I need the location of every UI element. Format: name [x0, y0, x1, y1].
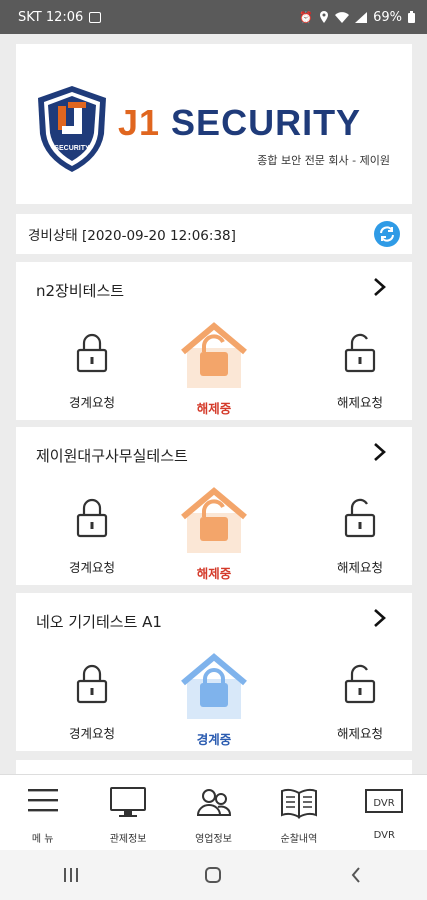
book-icon — [280, 788, 317, 819]
chevron-right-icon[interactable] — [370, 276, 388, 298]
brand-name: J1 SECURITY — [118, 102, 361, 144]
state-label: 해제중 — [196, 401, 232, 416]
site-name[interactable]: n2장비테스트 — [36, 280, 124, 301]
home-button[interactable] — [183, 860, 243, 890]
brand-tagline: 종합 보안 전문 회사 - 제이원 — [257, 154, 390, 167]
carrier-time: SKT 12:06 — [18, 9, 84, 25]
disarm-request-label: 해제요청 — [336, 395, 383, 410]
unlock-icon — [344, 333, 376, 373]
guard-status-row: 경비상태 [2020-09-20 12:06:38] — [16, 214, 412, 254]
refresh-button[interactable] — [374, 221, 400, 247]
brand-name-main: SECURITY — [160, 102, 362, 143]
arm-request-button[interactable]: 경계요청 — [42, 322, 142, 412]
disarm-request-button[interactable]: 해제요청 — [310, 322, 410, 412]
monitor-icon — [110, 787, 147, 817]
disarm-request-button[interactable]: 해제요청 — [310, 487, 410, 577]
nav-sales-info[interactable]: 영업정보 — [171, 775, 256, 850]
alarm-icon: ⏰ — [299, 10, 314, 24]
state-label: 해제중 — [196, 566, 232, 581]
nav-patrol-history[interactable]: 순찰내역 — [256, 775, 341, 850]
home-icon — [205, 867, 222, 883]
chevron-right-icon[interactable] — [370, 441, 388, 463]
arm-request-button[interactable]: 경계요청 — [42, 487, 142, 577]
lock-icon — [76, 333, 108, 373]
recent-apps-icon — [64, 868, 79, 882]
nav-monitoring-info[interactable]: 관제정보 — [85, 775, 170, 850]
dvr-icon: DVR — [365, 789, 404, 813]
disarm-request-button[interactable]: 해제요청 — [310, 653, 410, 743]
arm-request-button[interactable]: 경계요청 — [42, 653, 142, 743]
site-card-partial — [16, 760, 412, 774]
nav-menu[interactable]: 메 뉴 — [0, 775, 85, 850]
bottom-nav: 메 뉴 관제정보 영업정보 순찰내역 DVR DVR — [0, 774, 427, 850]
nav-menu-label: 메 뉴 — [31, 834, 54, 845]
brand-logo-card: SECURITY J1 SECURITY 종합 보안 전문 회사 - 제이원 — [16, 44, 412, 204]
lock-icon — [76, 664, 108, 704]
back-icon — [351, 867, 360, 883]
chevron-right-icon[interactable] — [370, 607, 388, 629]
system-nav-bar — [0, 850, 427, 900]
site-name[interactable]: 네오 기기테스트 A1 — [36, 611, 162, 632]
nav-dvr[interactable]: DVR DVR — [342, 775, 427, 850]
site-name[interactable]: 제이원대구사무실테스트 — [36, 445, 188, 466]
status-bar: SKT 12:06 ⏰ 69% — [0, 0, 427, 34]
nav-dvr-label: DVR — [373, 830, 395, 841]
guard-status-text: 경비상태 [2020-09-20 12:06:38] — [28, 228, 236, 244]
house-unlocked-icon — [181, 322, 247, 388]
site-card: 네오 기기테스트 A1 경계요청 경계중 해제요청 — [16, 593, 412, 751]
back-button[interactable] — [326, 860, 386, 890]
site-card: 제이원대구사무실테스트 경계요청 해제중 해제요청 — [16, 427, 412, 585]
state-indicator: 경계중 — [164, 653, 264, 747]
gallery-notification-icon — [89, 11, 102, 23]
arm-request-label: 경계요청 — [68, 726, 115, 741]
nav-patrol-history-label: 순찰내역 — [280, 834, 318, 845]
state-label: 경계중 — [196, 732, 232, 747]
arm-request-label: 경계요청 — [68, 395, 115, 410]
battery-level: 69% — [373, 9, 402, 25]
refresh-icon — [380, 226, 394, 242]
unlock-icon — [344, 664, 376, 704]
site-card: n2장비테스트 경계요청 해제중 해제요청 — [16, 262, 412, 420]
recent-apps-button[interactable] — [41, 860, 101, 890]
shield-logo-icon: SECURITY — [38, 86, 106, 172]
brand-name-accent: J1 — [118, 102, 161, 143]
wifi-icon — [335, 11, 350, 23]
disarm-request-label: 해제요청 — [336, 726, 383, 741]
menu-icon — [27, 789, 58, 812]
users-icon — [196, 789, 231, 816]
state-indicator: 해제중 — [164, 322, 264, 416]
lock-icon — [76, 498, 108, 538]
nav-sales-info-label: 영업정보 — [195, 834, 232, 845]
shield-text: SECURITY — [54, 145, 90, 152]
dvr-icon-text: DVR — [374, 798, 395, 809]
house-unlocked-icon — [181, 487, 247, 553]
location-icon — [320, 11, 329, 23]
unlock-icon — [344, 498, 376, 538]
arm-request-label: 경계요청 — [68, 560, 115, 575]
state-indicator: 해제중 — [164, 487, 264, 581]
battery-icon — [408, 11, 415, 23]
signal-icon — [355, 11, 368, 23]
nav-monitoring-info-label: 관제정보 — [109, 834, 147, 845]
house-locked-icon — [181, 653, 247, 719]
disarm-request-label: 해제요청 — [336, 560, 383, 575]
